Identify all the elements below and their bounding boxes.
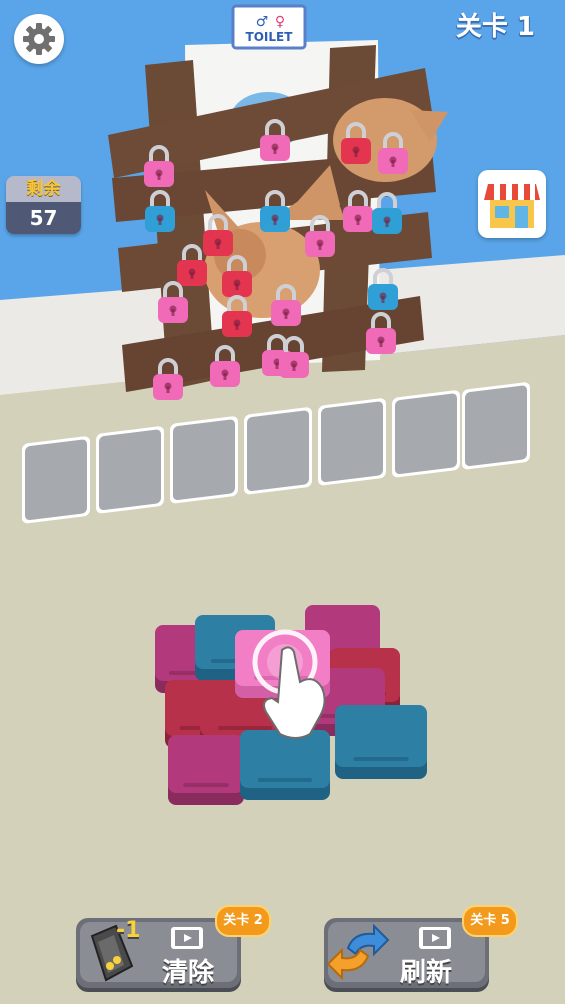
clear-label: 清除	[162, 958, 215, 988]
card-slot	[462, 382, 530, 470]
game-scene: TOILET ♂ ♀	[0, 0, 565, 1004]
card-slot	[96, 426, 164, 514]
card-slot	[244, 407, 312, 495]
clear-unlock-badge: 关卡 2	[215, 905, 271, 937]
refresh-arrows-icon	[328, 924, 390, 980]
remaining-label: 剩余	[6, 176, 81, 202]
video-icon	[419, 927, 451, 949]
toilet-sign-text: TOILET	[246, 30, 294, 44]
tile[interactable]	[335, 705, 427, 779]
settings-button[interactable]	[14, 14, 64, 64]
card-slot	[170, 416, 238, 504]
tile[interactable]	[168, 735, 244, 805]
game-stage: TOILET ♂ ♀ 关卡 1 剩余 57 -1 清除 关卡 2 刷新 关卡 5	[0, 0, 565, 1004]
video-icon	[171, 927, 203, 949]
shop-button[interactable]	[478, 170, 546, 238]
refresh-label: 刷新	[400, 958, 453, 988]
clear-cost: -1	[116, 918, 141, 943]
remaining-counter: 剩余 57	[6, 176, 81, 234]
card-slot	[392, 390, 460, 478]
level-label: 关卡 1	[455, 12, 535, 42]
tile[interactable]	[240, 730, 330, 800]
card-slot	[318, 398, 386, 486]
man-icon: ♂	[256, 14, 269, 30]
remaining-count: 57	[6, 202, 81, 234]
refresh-unlock-badge: 关卡 5	[462, 905, 518, 937]
card-slot	[22, 436, 90, 524]
gear-icon	[23, 23, 55, 55]
woman-icon: ♀	[275, 14, 285, 30]
shop-icon	[484, 184, 540, 228]
